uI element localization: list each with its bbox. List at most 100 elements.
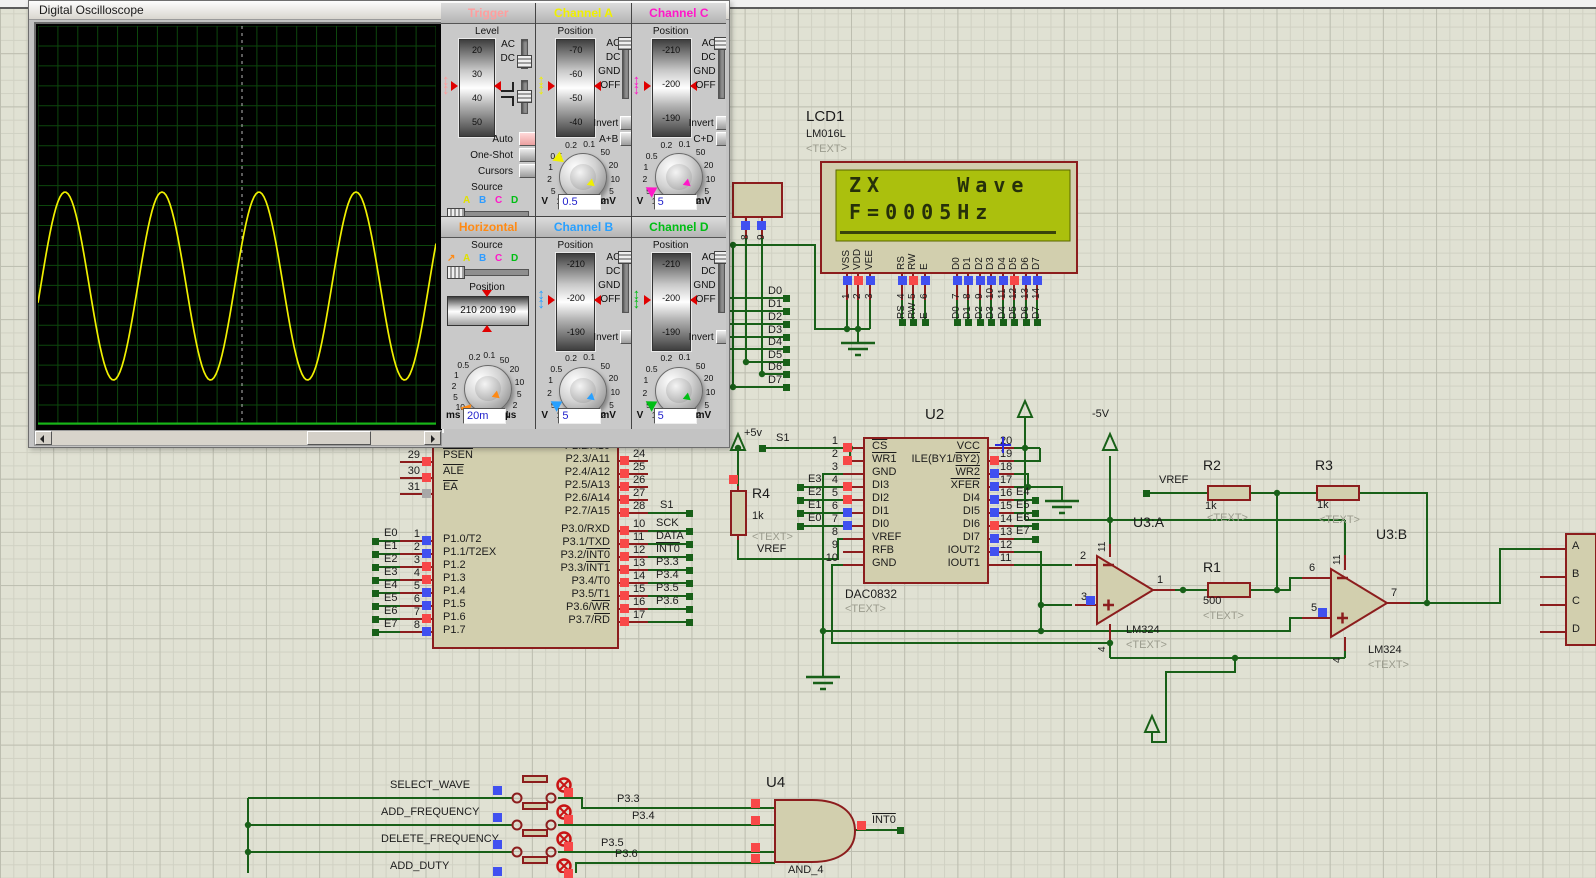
dial-number: 0.5 xyxy=(646,364,658,374)
schematic-label: GND xyxy=(872,467,896,479)
gauge-marker-bottom-icon xyxy=(482,325,492,332)
dial-number: 20 xyxy=(704,160,713,170)
trigger-coupling-thumb[interactable] xyxy=(517,55,532,68)
dial-number: 1 xyxy=(644,375,649,385)
schematic-label: 28 xyxy=(633,501,645,513)
schematic-label: P1.4 xyxy=(443,586,466,598)
pin-state-square xyxy=(741,221,750,230)
wire-terminal xyxy=(686,541,693,548)
panel-body-trigger: Level20304050↕ACDCAutoOne-ShotCursorsSou… xyxy=(441,24,535,216)
schematic-label: 500 xyxy=(1203,596,1221,608)
source-letter-B: B xyxy=(479,253,486,264)
schematic-label: P1.2 xyxy=(443,560,466,572)
schematic-label: DELETE_FREQUENCY xyxy=(381,834,499,846)
wire-terminal xyxy=(1034,319,1041,326)
value-box[interactable]: 0.5 xyxy=(558,194,601,210)
dial-number: 2 xyxy=(642,174,647,184)
schematic-label: LM324 xyxy=(1368,645,1402,657)
position-arrows-icon[interactable]: ↕ xyxy=(537,73,545,88)
schematic-label: R1 xyxy=(1203,560,1221,575)
pin-state-square xyxy=(843,521,852,530)
unit-left-label: V xyxy=(541,196,548,207)
schematic-label: 26 xyxy=(633,475,645,487)
scroll-thumb[interactable] xyxy=(307,431,371,445)
schematic-label: P3.7/RD xyxy=(568,615,610,627)
position-arrows-icon[interactable]: ↕ xyxy=(633,73,641,88)
scroll-right-icon[interactable] xyxy=(424,431,441,445)
schematic-label: P2.7/A15 xyxy=(565,506,610,518)
schematic-label: <TEXT> xyxy=(1207,513,1248,525)
schematic-label: 13 xyxy=(1000,527,1012,539)
schematic-label: D1 xyxy=(963,257,974,270)
coupling-label-OFF: OFF xyxy=(692,294,716,305)
value-box[interactable]: 5 xyxy=(558,408,601,424)
wire-terminal xyxy=(372,603,379,610)
schematic-label: P1.6 xyxy=(443,612,466,624)
schematic-label: LCD1 xyxy=(806,109,844,125)
trigger-button-label-Cursors: Cursors xyxy=(441,166,513,177)
position-label: Position xyxy=(536,26,614,37)
schematic-label: <TEXT> xyxy=(752,532,793,544)
coupling-slider-thumb[interactable] xyxy=(618,37,630,50)
gauge-value: -70 xyxy=(557,45,594,55)
schematic-label: VREF xyxy=(872,532,901,544)
source-slider-thumb[interactable] xyxy=(447,208,465,216)
source-slider-thumb[interactable] xyxy=(447,266,465,279)
dial-number: 50 xyxy=(500,355,509,365)
pin-state-square xyxy=(990,547,999,556)
dial-number: 5 xyxy=(453,392,458,402)
schematic-label: D7 xyxy=(1032,306,1043,319)
pin-state-square xyxy=(564,842,573,851)
schematic-label: P3.4/T0 xyxy=(571,576,610,588)
trigger-button-Cursors[interactable] xyxy=(519,164,535,178)
pin-state-square xyxy=(990,482,999,491)
schematic-label: P1.5 xyxy=(443,599,466,611)
schematic-label: 6 xyxy=(832,501,838,513)
coupling-slider-thumb[interactable] xyxy=(618,251,630,264)
schematic-label: D2 xyxy=(975,257,986,270)
oscilloscope-window[interactable]: Digital Oscilloscope x TriggerLevel20304… xyxy=(28,0,730,448)
invert-button[interactable] xyxy=(716,116,726,130)
position-arrows-icon[interactable]: ↕ xyxy=(442,73,450,88)
wire-terminal xyxy=(1000,319,1007,326)
invert-button[interactable] xyxy=(620,116,630,130)
gauge-value: -200 xyxy=(653,293,690,303)
scope-scrollbar[interactable] xyxy=(34,430,442,446)
schematic-label: 1 xyxy=(842,293,853,299)
pin-state-square xyxy=(564,815,573,824)
position-gauge[interactable]: 210 200 190 xyxy=(447,296,529,326)
invert-button[interactable] xyxy=(620,330,630,344)
pin-state-square xyxy=(620,552,629,561)
schematic-label: E3 xyxy=(384,567,397,579)
wire-terminal xyxy=(372,590,379,597)
trigger-edge-thumb[interactable] xyxy=(517,90,532,103)
schematic-label: GND xyxy=(872,558,896,570)
wire-terminal xyxy=(686,567,693,574)
schematic-label: 11 xyxy=(633,532,644,544)
coupling-slider-thumb[interactable] xyxy=(714,251,726,264)
position-gauge[interactable]: 20304050 xyxy=(459,39,495,137)
schematic-label: E0 xyxy=(384,528,397,540)
position-arrows-icon[interactable]: ↕ xyxy=(537,287,545,302)
schematic-label: 2 xyxy=(832,449,838,461)
schematic-label: 6 xyxy=(414,594,420,606)
scroll-left-icon[interactable] xyxy=(35,431,52,445)
schematic-label: P3.1/TXD xyxy=(562,537,610,549)
wire-terminal xyxy=(783,359,790,366)
schematic-label: INT0 xyxy=(872,815,896,827)
invert-button[interactable] xyxy=(716,330,726,344)
schematic-label: D6 xyxy=(1021,257,1032,270)
schematic-label: P3.0/RXD xyxy=(561,524,610,536)
coupling-slider-thumb[interactable] xyxy=(714,37,726,50)
trigger-button-One-Shot[interactable] xyxy=(519,148,535,162)
schematic-label: R3 xyxy=(1315,458,1333,473)
position-arrows-icon[interactable]: ↕ xyxy=(633,287,641,302)
trigger-button-Auto[interactable] xyxy=(519,132,535,146)
value-box[interactable]: 5 xyxy=(654,194,697,210)
pin-state-square xyxy=(620,539,629,548)
value-box[interactable]: 5 xyxy=(654,408,697,424)
value-box[interactable]: 20m xyxy=(463,408,506,424)
window-title: Digital Oscilloscope xyxy=(39,3,144,17)
pin-state-square xyxy=(493,840,502,849)
mouse-cursor-icon xyxy=(995,437,1011,453)
